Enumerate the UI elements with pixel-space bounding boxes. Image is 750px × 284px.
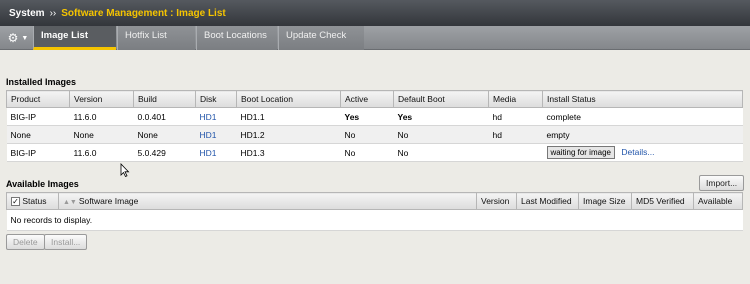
tab-hotfix-list[interactable]: Hotfix List — [117, 26, 195, 50]
select-all-checkbox[interactable]: ✓ — [11, 197, 20, 206]
column-header-media[interactable]: Media — [488, 90, 543, 108]
cell-install-status: complete — [542, 107, 743, 126]
breadcrumb: System ›› Software Management : Image Li… — [0, 0, 750, 26]
column-header-version[interactable]: Version — [69, 90, 134, 108]
install-button[interactable]: Install... — [44, 234, 88, 250]
column-header-active[interactable]: Active — [340, 90, 394, 108]
available-images-title: Available Images — [6, 179, 79, 189]
column-header-default-boot[interactable]: Default Boot — [393, 90, 489, 108]
cell-product: BIG-IP — [6, 143, 70, 162]
cell-active: No — [340, 125, 394, 144]
empty-message: No records to display. — [6, 209, 743, 231]
cell-boot-location: HD1.2 — [236, 125, 341, 144]
tab-update-check[interactable]: Update Check — [278, 26, 364, 50]
column-header-install-status[interactable]: Install Status — [542, 90, 743, 108]
page-title: Software Management : Image List — [61, 7, 226, 19]
table-header-row: ✓ Status ▲▼ Software Image Version Last M… — [6, 192, 743, 210]
column-header-build[interactable]: Build — [133, 90, 196, 108]
column-header-status[interactable]: ✓ Status — [6, 192, 59, 210]
cell-active: No — [340, 143, 394, 162]
column-header-md5-verified[interactable]: MD5 Verified — [631, 192, 694, 210]
breadcrumb-separator: ›› — [49, 7, 57, 19]
import-button[interactable]: Import... — [699, 175, 745, 191]
table-row: BIG-IP 11.6.0 5.0.429 HD1 HD1.3 No No wa… — [6, 143, 743, 162]
cell-build: 0.0.401 — [133, 107, 196, 126]
cell-media — [488, 143, 543, 162]
column-header-status-label: Status — [22, 196, 47, 206]
cell-boot-location: HD1.3 — [236, 143, 341, 162]
cell-disk-link[interactable]: HD1 — [195, 125, 237, 144]
cell-default-boot: Yes — [393, 107, 489, 126]
cell-version: None — [69, 125, 134, 144]
column-header-software-image-label: Software Image — [78, 196, 139, 206]
cell-default-boot: No — [393, 125, 489, 144]
cell-version: 11.6.0 — [69, 107, 134, 126]
column-header-version[interactable]: Version — [476, 192, 517, 210]
column-header-image-size[interactable]: Image Size — [578, 192, 632, 210]
table-header-row: Product Version Build Disk Boot Location… — [6, 90, 743, 108]
cell-build: 5.0.429 — [133, 143, 196, 162]
mouse-cursor-icon — [120, 163, 130, 177]
cell-product: None — [6, 125, 70, 144]
column-header-software-image[interactable]: ▲▼ Software Image — [58, 192, 477, 210]
cell-disk-link[interactable]: HD1 — [195, 107, 237, 126]
installed-images-table: Product Version Build Disk Boot Location… — [6, 90, 743, 162]
cell-active: Yes — [340, 107, 394, 126]
tab-bar: ⚙ ▼ Image List Hotfix List Boot Locations… — [0, 26, 750, 50]
cell-install-status: empty — [542, 125, 743, 144]
details-link[interactable]: Details... — [621, 147, 654, 157]
gear-icon: ⚙ — [7, 31, 19, 45]
breadcrumb-root[interactable]: System — [9, 8, 45, 19]
table-row: BIG-IP 11.6.0 0.0.401 HD1 HD1.1 Yes Yes … — [6, 107, 743, 126]
cell-default-boot: No — [393, 143, 489, 162]
column-header-product[interactable]: Product — [6, 90, 70, 108]
column-header-disk[interactable]: Disk — [195, 90, 237, 108]
cell-disk-link[interactable]: HD1 — [195, 143, 237, 162]
available-images-table: ✓ Status ▲▼ Software Image Version Last M… — [6, 192, 743, 231]
column-header-last-modified[interactable]: Last Modified — [516, 192, 579, 210]
install-status-badge[interactable]: waiting for image — [546, 146, 615, 159]
cell-media: hd — [488, 107, 543, 126]
column-header-available[interactable]: Available — [693, 192, 743, 210]
cell-boot-location: HD1.1 — [236, 107, 341, 126]
cell-version: 11.6.0 — [69, 143, 134, 162]
tab-boot-locations[interactable]: Boot Locations — [196, 26, 277, 50]
gear-menu-button[interactable]: ⚙ ▼ — [4, 28, 32, 48]
cell-product: BIG-IP — [6, 107, 70, 126]
cell-build: None — [133, 125, 196, 144]
installed-images-title: Installed Images — [6, 77, 77, 87]
delete-button[interactable]: Delete — [6, 234, 45, 250]
cell-install-status: waiting for image Details... — [542, 143, 743, 162]
table-row: No records to display. — [6, 209, 743, 231]
cell-media: hd — [488, 125, 543, 144]
tab-image-list[interactable]: Image List — [33, 26, 116, 50]
chevron-down-icon: ▼ — [21, 34, 29, 42]
column-header-boot-location[interactable]: Boot Location — [236, 90, 341, 108]
sort-icon: ▲▼ — [63, 199, 77, 206]
table-row: None None None HD1 HD1.2 No No hd empty — [6, 125, 743, 144]
